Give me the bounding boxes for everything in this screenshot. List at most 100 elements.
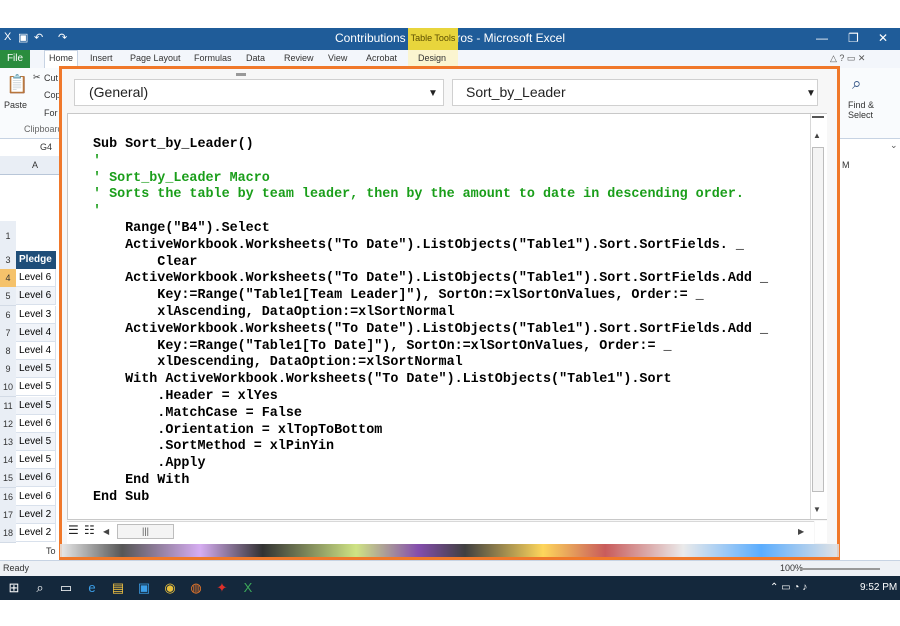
full-module-view-icon[interactable]: ☷ <box>84 523 95 537</box>
pledge-cell[interactable]: Level 5 <box>16 433 56 451</box>
tab-review[interactable]: Review <box>284 53 314 63</box>
pledge-cell[interactable]: Level 6 <box>16 287 56 306</box>
code-line[interactable]: End With <box>93 472 189 489</box>
row-header[interactable]: 5 <box>0 287 16 307</box>
row-header[interactable]: 9 <box>0 360 16 380</box>
row-header[interactable]: 4 <box>0 269 16 289</box>
code-comment-line[interactable]: ' <box>93 153 101 170</box>
row-header[interactable]: 11 <box>0 396 16 416</box>
zoom-slider[interactable] <box>800 568 880 570</box>
code-line[interactable]: Range("B4").Select <box>93 220 270 237</box>
column-a-header[interactable]: A <box>32 160 38 170</box>
tab-home[interactable]: Home <box>49 53 73 63</box>
horizontal-scrollbar[interactable] <box>99 521 814 544</box>
chevron-down-icon[interactable]: ▼ <box>428 88 438 99</box>
file-explorer-icon[interactable]: ▤ <box>110 580 126 596</box>
formula-expand-icon[interactable]: ⌄ <box>890 140 898 151</box>
pledge-cell[interactable]: Level 5 <box>16 360 56 379</box>
procedure-view-icon[interactable]: ☰ <box>68 523 79 537</box>
system-tray-icons[interactable]: ⌃ ▭ ◔ ♪ <box>770 582 807 593</box>
pledge-cell[interactable]: Level 4 <box>16 342 56 360</box>
task-view-icon[interactable]: ▭ <box>58 580 74 596</box>
clock[interactable]: 9:52 PM <box>860 582 897 593</box>
code-comment-line[interactable]: ' Sorts the table by team leader, then b… <box>93 186 744 203</box>
horizontal-scroll-thumb[interactable]: ||| <box>117 524 174 539</box>
cut-icon[interactable]: ✂ <box>33 72 41 83</box>
paste-icon[interactable]: 📋 <box>6 74 28 95</box>
edge-icon[interactable]: e <box>84 580 100 596</box>
pledge-cell[interactable]: Level 6 <box>16 487 56 506</box>
excel-icon[interactable]: X <box>240 580 256 596</box>
code-line[interactable]: .Apply <box>93 455 205 472</box>
scroll-right-icon[interactable]: ▶ <box>798 527 804 536</box>
name-box[interactable]: G4 <box>40 142 52 152</box>
code-line[interactable]: .Orientation = xlTopToBottom <box>93 422 382 439</box>
paste-button[interactable]: Paste <box>4 100 27 110</box>
firefox-icon[interactable]: ◍ <box>188 580 204 596</box>
code-line[interactable]: xlDescending, DataOption:=xlSortNormal <box>93 354 462 371</box>
column-m-header[interactable]: M <box>842 160 850 170</box>
code-comment-line[interactable]: ' Sort_by_Leader Macro <box>93 170 270 187</box>
row-header-1[interactable]: 1 <box>0 221 16 252</box>
restore-icon[interactable]: ❐ <box>848 31 859 45</box>
code-line[interactable]: Sub Sort_by_Leader() <box>93 136 254 153</box>
scroll-down-icon[interactable]: ▼ <box>813 505 821 514</box>
redo-icon[interactable]: ↷ <box>58 31 67 44</box>
scroll-left-icon[interactable]: ◀ <box>103 527 109 536</box>
tab-file[interactable]: File <box>0 50 30 68</box>
tab-formulas[interactable]: Formulas <box>194 53 232 63</box>
code-line[interactable]: ActiveWorkbook.Worksheets("To Date").Lis… <box>93 237 744 254</box>
code-line[interactable]: .MatchCase = False <box>93 405 302 422</box>
row-header[interactable]: 14 <box>0 451 16 471</box>
format-painter-button[interactable]: For <box>44 108 58 118</box>
chrome-icon[interactable]: ◉ <box>162 580 178 596</box>
pledge-cell[interactable]: Level 6 <box>16 469 56 488</box>
code-line[interactable]: Key:=Range("Table1[Team Leader]"), SortO… <box>93 287 703 304</box>
pledge-cell[interactable]: Level 5 <box>16 451 56 470</box>
code-line[interactable]: .Header = xlYes <box>93 388 278 405</box>
code-comment-line[interactable]: ' <box>93 203 101 220</box>
sheet-tab-to-date[interactable]: To <box>46 546 56 556</box>
acrobat-icon[interactable]: ✦ <box>214 580 230 596</box>
code-line[interactable]: .SortMethod = xlPinYin <box>93 438 334 455</box>
undo-icon[interactable]: ↶ <box>34 31 43 44</box>
pledge-cell[interactable]: Level 5 <box>16 396 56 415</box>
binoculars-icon[interactable]: ⌕ <box>852 74 862 94</box>
tab-data[interactable]: Data <box>246 53 265 63</box>
row-header[interactable]: 17 <box>0 505 16 525</box>
code-line[interactable]: End Sub <box>93 489 149 506</box>
cut-button[interactable]: Cut <box>44 73 58 83</box>
scroll-up-icon[interactable]: ▲ <box>813 131 821 140</box>
windows-start-icon[interactable]: ⊞ <box>6 580 22 596</box>
pledge-cell[interactable]: Level 6 <box>16 269 56 288</box>
find-select-label-1[interactable]: Find & <box>848 100 874 110</box>
row-header[interactable]: 10 <box>0 378 16 398</box>
vertical-scroll-thumb[interactable] <box>812 147 824 492</box>
pledge-cell[interactable]: Level 2 <box>16 505 56 524</box>
pledge-cell[interactable]: Level 4 <box>16 323 56 342</box>
tab-page-layout[interactable]: Page Layout <box>130 53 181 63</box>
splitter-bar[interactable] <box>812 116 824 124</box>
tab-design[interactable]: Design <box>418 53 446 63</box>
excel-app-icon[interactable]: X <box>4 31 11 43</box>
row-header[interactable]: 15 <box>0 469 16 489</box>
tab-view[interactable]: View <box>328 53 347 63</box>
row-header[interactable]: 7 <box>0 323 16 343</box>
save-icon[interactable]: ▣ <box>18 31 28 44</box>
code-line[interactable]: xlAscending, DataOption:=xlSortNormal <box>93 304 454 321</box>
chevron-down-icon[interactable]: ▼ <box>806 88 816 99</box>
code-line[interactable]: ActiveWorkbook.Worksheets("To Date").Lis… <box>93 321 768 338</box>
pledge-header[interactable]: Pledge <box>16 251 56 269</box>
tab-insert[interactable]: Insert <box>90 53 113 63</box>
tab-acrobat[interactable]: Acrobat <box>366 53 397 63</box>
pledge-cell[interactable]: Level 5 <box>16 378 56 397</box>
code-line[interactable]: Clear <box>93 254 197 271</box>
minimize-icon[interactable]: — <box>816 31 828 45</box>
find-select-label-2[interactable]: Select <box>848 110 873 120</box>
pledge-cell[interactable]: Level 3 <box>16 305 56 324</box>
row-header[interactable]: 16 <box>0 487 16 507</box>
row-header[interactable]: 13 <box>0 433 16 452</box>
help-icon[interactable]: △ ? ▭ ✕ <box>830 53 865 64</box>
code-line[interactable]: With ActiveWorkbook.Worksheets("To Date"… <box>93 371 671 388</box>
pledge-cell[interactable]: Level 6 <box>16 414 56 433</box>
